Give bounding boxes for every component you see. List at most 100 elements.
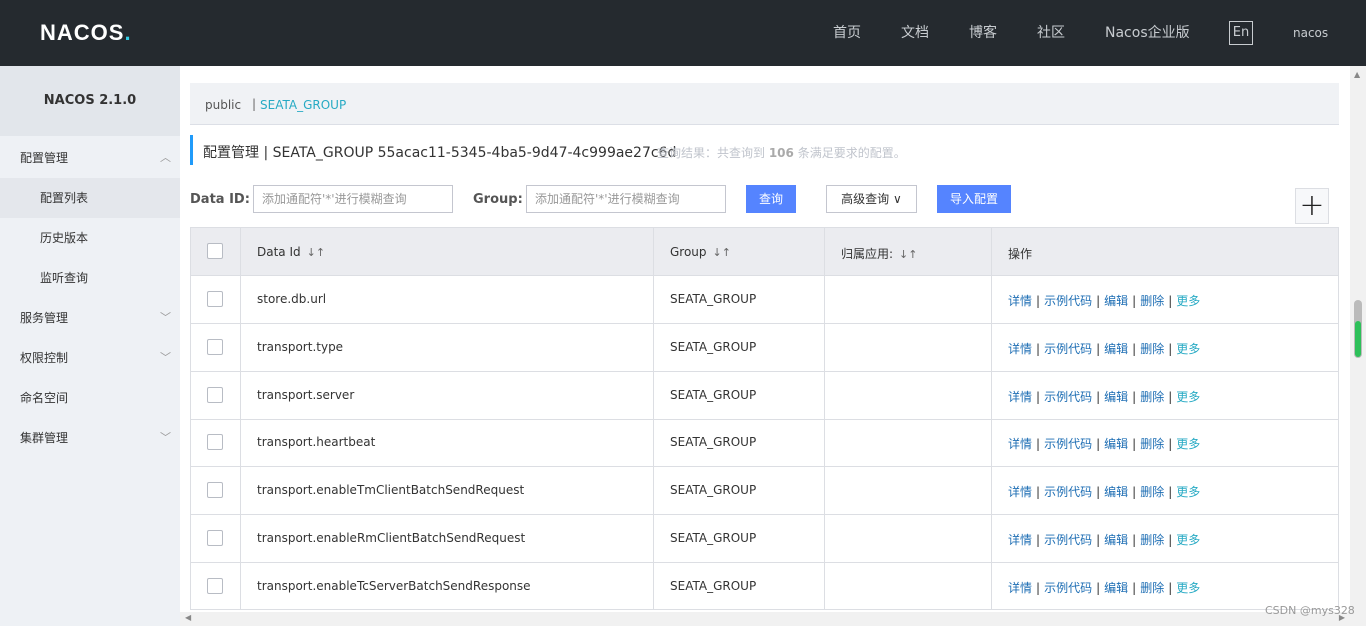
sample-code-link[interactable]: 示例代码 [1044,294,1092,308]
sidebar-item-service-management[interactable]: 服务管理 ﹀ [0,298,180,338]
select-all-checkbox[interactable] [207,243,223,259]
nav-enterprise[interactable]: Nacos企业版 [1105,0,1190,66]
detail-link[interactable]: 详情 [1008,485,1032,499]
cell-app [825,467,992,514]
edit-link[interactable]: 编辑 [1104,533,1128,547]
sort-icon[interactable]: ↓↑ [307,246,325,259]
cell-data-id: store.db.url [257,292,327,306]
sidebar-item-history[interactable]: 历史版本 [0,218,180,258]
header-app[interactable]: 归属应用: ↓↑ [841,245,917,262]
edit-link[interactable]: 编辑 [1104,485,1128,499]
plus-icon: + [1299,188,1325,223]
table-row: transport.type SEATA_GROUP 详情 | 示例代码 | 编辑 | 删除 | 更… [191,323,1338,372]
row-checkbox[interactable] [207,577,223,594]
cell-group: SEATA_GROUP [670,578,757,593]
row-operations: 详情 | 示例代码 | 编辑 | 删除 | 更多 [1008,532,1201,547]
more-link[interactable]: 更多 [1176,390,1200,404]
detail-link[interactable]: 详情 [1008,437,1032,451]
edit-link[interactable]: 编辑 [1104,390,1128,404]
sidebar-item-cluster-management[interactable]: 集群管理 ﹀ [0,418,180,458]
scroll-up-icon[interactable]: ▲ [1354,70,1360,79]
more-link[interactable]: 更多 [1176,437,1200,451]
nav-docs[interactable]: 文档 [901,0,929,66]
edit-link[interactable]: 编辑 [1104,581,1128,595]
nacos-logo[interactable]: NACOS. [40,20,132,46]
row-checkbox[interactable] [207,338,223,355]
cell-group: SEATA_GROUP [670,483,757,497]
delete-link[interactable]: 删除 [1140,437,1164,451]
user-menu[interactable]: nacos [1293,0,1328,66]
horizontal-scrollbar[interactable]: ◀ ▶ [180,612,1350,626]
edit-link[interactable]: 编辑 [1104,342,1128,356]
nav-home[interactable]: 首页 [833,0,861,66]
sidebar-item-access-control[interactable]: 权限控制 ﹀ [0,338,180,378]
add-config-button[interactable]: + [1295,188,1329,224]
data-id-input[interactable] [253,185,453,213]
edit-link[interactable]: 编辑 [1104,294,1128,308]
vertical-scrollbar[interactable]: ▲ [1350,66,1366,626]
more-link[interactable]: 更多 [1176,294,1200,308]
import-config-button[interactable]: 导入配置 [937,185,1011,213]
cell-group: SEATA_GROUP [670,387,757,402]
namespace-seata-group-link[interactable]: SEATA_GROUP [260,98,346,112]
delete-link[interactable]: 删除 [1140,485,1164,499]
table-row: transport.server SEATA_GROUP 详情 | 示例代码 | 编辑 | 删除… [191,371,1338,420]
group-label: Group: [473,192,523,207]
nav-blog[interactable]: 博客 [969,0,997,66]
group-input[interactable] [526,185,726,213]
more-link[interactable]: 更多 [1176,485,1200,499]
page-title: 配置管理 | SEATA_GROUP 55acac11-5345-4ba5-9d… [203,145,677,161]
chevron-down-icon: ﹀ [160,311,171,324]
sample-code-link[interactable]: 示例代码 [1044,485,1092,499]
sample-code-link[interactable]: 示例代码 [1044,437,1092,451]
advanced-query-button[interactable]: 高级查询 ∨ [826,185,917,213]
query-result-summary: 查询结果：共查询到 106 条满足要求的配置。 [657,146,906,160]
more-link[interactable]: 更多 [1176,533,1200,547]
cell-data-id: transport.enableTmClientBatchSendRequest [257,483,525,497]
sample-code-link[interactable]: 示例代码 [1044,390,1092,404]
delete-link[interactable]: 删除 [1140,294,1164,308]
detail-link[interactable]: 详情 [1008,581,1032,595]
header-group[interactable]: Group ↓↑ [670,245,731,259]
sample-code-link[interactable]: 示例代码 [1044,533,1092,547]
delete-link[interactable]: 删除 [1140,390,1164,404]
delete-link[interactable]: 删除 [1140,581,1164,595]
sample-code-link[interactable]: 示例代码 [1044,581,1092,595]
chevron-down-icon: ﹀ [160,431,171,444]
row-checkbox[interactable] [207,482,223,498]
cell-app [825,276,992,323]
cell-app [825,371,992,419]
version-label: NACOS 2.1.0 [0,66,180,136]
detail-link[interactable]: 详情 [1008,390,1032,404]
nav-community[interactable]: 社区 [1037,0,1065,66]
sort-icon[interactable]: ↓↑ [899,248,917,261]
scroll-left-icon[interactable]: ◀ [185,613,191,622]
delete-link[interactable]: 删除 [1140,533,1164,547]
sidebar-item-config-list[interactable]: 配置列表 [0,178,180,218]
sort-icon[interactable]: ↓↑ [713,246,731,259]
row-operations: 详情 | 示例代码 | 编辑 | 删除 | 更多 [1008,485,1201,499]
sidebar-item-namespace[interactable]: 命名空间 [0,378,180,418]
sidebar-item-config-management[interactable]: 配置管理 ︿ [0,138,180,178]
row-checkbox[interactable] [207,529,223,546]
table-row: transport.enableRmClientBatchSendRequest… [191,514,1338,563]
namespace-public-link[interactable]: public [205,98,241,112]
cell-group: SEATA_GROUP [670,292,757,306]
delete-link[interactable]: 删除 [1140,342,1164,356]
more-link[interactable]: 更多 [1176,342,1200,356]
edit-link[interactable]: 编辑 [1104,437,1128,451]
row-checkbox[interactable] [207,291,223,307]
more-link[interactable]: 更多 [1176,581,1200,595]
sidebar-item-listener-query[interactable]: 监听查询 [0,258,180,298]
top-navbar: NACOS. 首页 文档 博客 社区 Nacos企业版 En nacos [0,0,1366,66]
detail-link[interactable]: 详情 [1008,533,1032,547]
header-data-id[interactable]: Data Id ↓↑ [257,245,325,259]
row-operations: 详情 | 示例代码 | 编辑 | 删除 | 更多 [1008,437,1201,452]
language-switch-button[interactable]: En [1229,21,1253,45]
sample-code-link[interactable]: 示例代码 [1044,342,1092,356]
detail-link[interactable]: 详情 [1008,294,1032,308]
row-checkbox[interactable] [207,434,223,451]
search-button[interactable]: 查询 [746,185,796,213]
detail-link[interactable]: 详情 [1008,342,1032,356]
row-checkbox[interactable] [207,386,223,403]
